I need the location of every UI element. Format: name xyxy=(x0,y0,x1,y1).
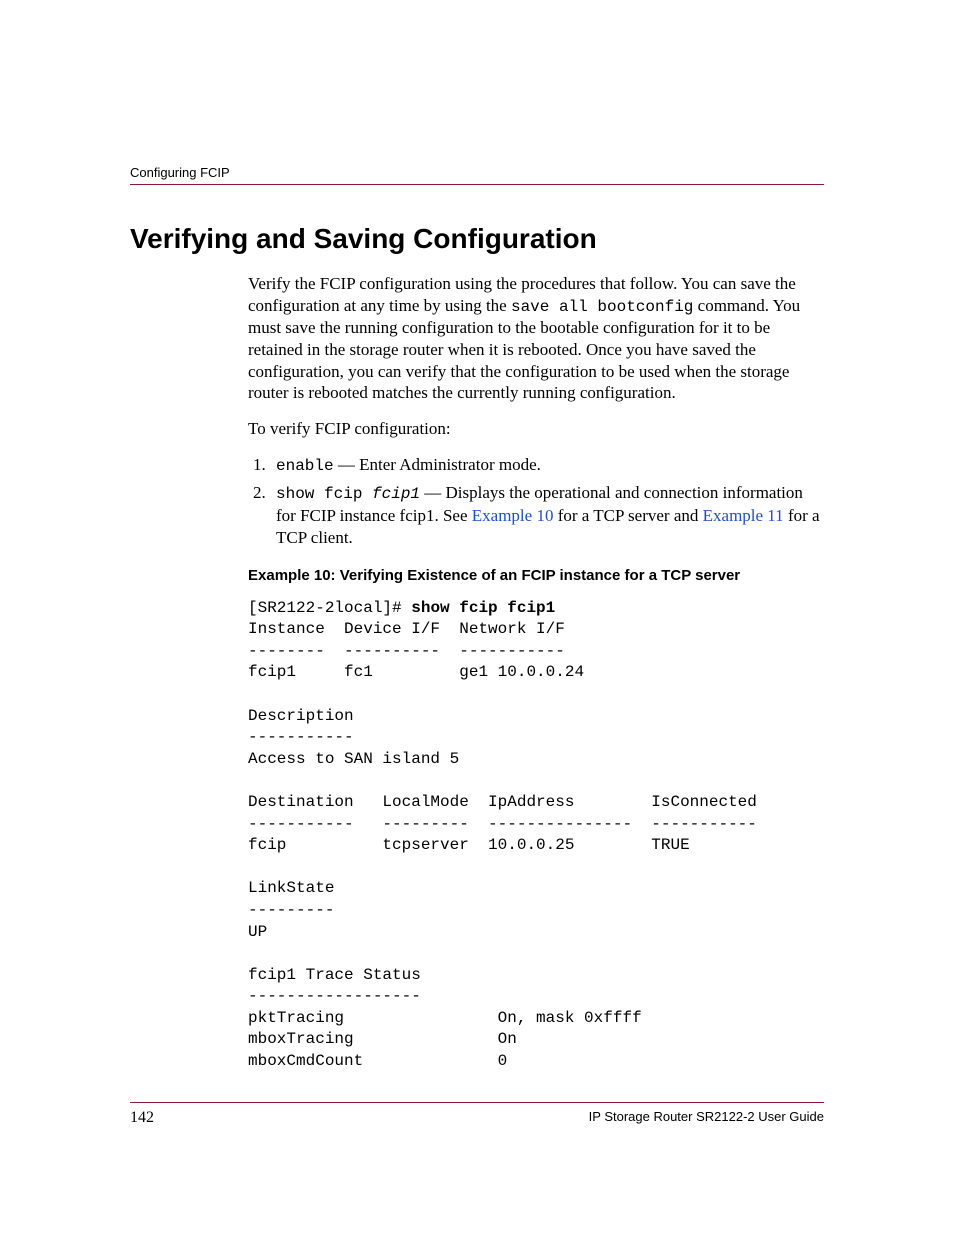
example-10-code: [SR2122-2local]# show fcip fcip1 Instanc… xyxy=(248,598,824,1073)
step-1-desc: — Enter Administrator mode. xyxy=(334,455,541,474)
intro-paragraph: Verify the FCIP configuration using the … xyxy=(248,273,824,404)
page-number: 142 xyxy=(130,1109,154,1127)
step-2-command-b: fcip1 xyxy=(372,485,420,503)
example-10-title: Example 10: Verifying Existence of an FC… xyxy=(248,566,824,585)
header-rule xyxy=(130,184,824,185)
step-2: show fcip fcip1 — Displays the operation… xyxy=(270,482,824,548)
verify-lead: To verify FCIP configuration: xyxy=(248,418,824,440)
link-example-11[interactable]: Example 11 xyxy=(703,506,784,525)
step-2-command-a: show fcip xyxy=(276,485,372,503)
steps-list: enable — Enter Administrator mode. show … xyxy=(248,454,824,548)
running-header: Configuring FCIP xyxy=(130,165,824,180)
link-example-10[interactable]: Example 10 xyxy=(472,506,554,525)
intro-command: save all bootconfig xyxy=(511,298,693,316)
page-title: Verifying and Saving Configuration xyxy=(130,223,824,255)
step-2-desc-mid: for a TCP server and xyxy=(553,506,702,525)
code-prompt: [SR2122-2local]# xyxy=(248,599,411,617)
code-output: Instance Device I/F Network I/F --------… xyxy=(248,620,757,1070)
page-footer: 142 IP Storage Router SR2122-2 User Guid… xyxy=(130,1102,824,1127)
step-1: enable — Enter Administrator mode. xyxy=(270,454,824,476)
body-content: Verify the FCIP configuration using the … xyxy=(248,273,824,1073)
footer-rule xyxy=(130,1102,824,1103)
guide-title: IP Storage Router SR2122-2 User Guide xyxy=(589,1109,824,1127)
code-command: show fcip fcip1 xyxy=(411,599,555,617)
step-1-command: enable xyxy=(276,457,334,475)
